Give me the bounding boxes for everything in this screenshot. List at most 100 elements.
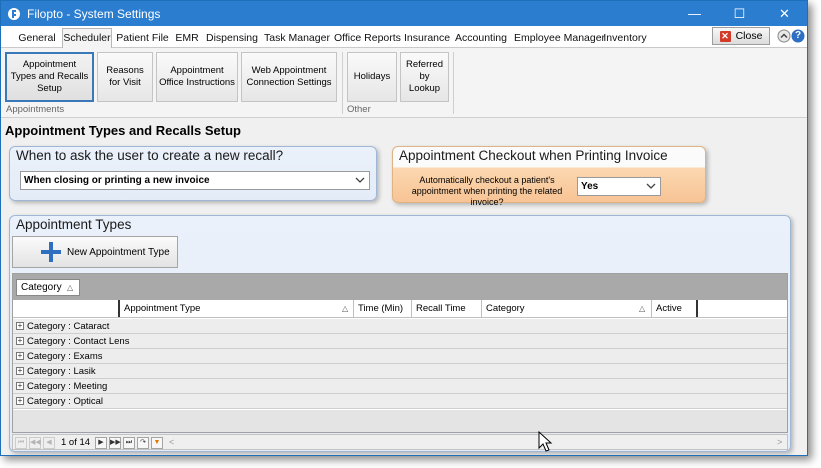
collapse-ribbon-icon[interactable] bbox=[777, 29, 791, 43]
checkout-panel: Appointment Checkout when Printing Invoi… bbox=[392, 146, 706, 207]
tab-accounting[interactable]: Accounting bbox=[455, 29, 507, 48]
page-indicator: 1 of 14 bbox=[61, 437, 91, 448]
ribbon-appointment-types-button[interactable]: Appointment Types and Recalls Setup bbox=[5, 52, 94, 102]
scroll-right-icon[interactable]: > bbox=[777, 437, 782, 447]
new-appointment-type-button[interactable]: New Appointment Type bbox=[12, 236, 178, 268]
plus-icon bbox=[41, 242, 61, 262]
grid-empty-area bbox=[13, 410, 787, 432]
grid-header: Appointment Type △ Time (Min) Recall Tim… bbox=[13, 300, 787, 318]
help-glyph: ? bbox=[794, 30, 802, 41]
expand-icon[interactable]: + bbox=[16, 322, 24, 330]
filopto-logo-icon bbox=[7, 7, 21, 21]
appointment-types-grid: Category △ Appointment Type △ Time (Min)… bbox=[12, 273, 788, 433]
chevron-down-icon bbox=[354, 173, 366, 187]
sort-asc-icon: △ bbox=[67, 283, 74, 292]
group-row-contact-lens[interactable]: + Category : Contact Lens bbox=[13, 334, 787, 349]
ribbon-group-appointments: Appointments bbox=[6, 104, 65, 115]
tab-office-reports[interactable]: Office Reports bbox=[334, 29, 401, 48]
grid-pager: ⏮ ◀◀ ◀ 1 of 14 ▶ ▶▶ ⏭ ↷ ▼ < > bbox=[12, 434, 788, 450]
window-title: Filopto - System Settings bbox=[27, 6, 161, 21]
sort-asc-icon: △ bbox=[342, 304, 349, 313]
window-close-button[interactable]: ✕ bbox=[762, 1, 807, 26]
close-settings-label: Close bbox=[735, 30, 763, 42]
menu-tabs: General Scheduler Patient File EMR Dispe… bbox=[1, 26, 807, 49]
expand-icon[interactable]: + bbox=[16, 337, 24, 345]
checkout-panel-title: Appointment Checkout when Printing Invoi… bbox=[399, 148, 668, 163]
recall-select-value: When closing or printing a new invoice bbox=[24, 175, 210, 186]
settings-window: Filopto - System Settings — ☐ ✕ General … bbox=[0, 0, 808, 456]
title-bar: Filopto - System Settings — ☐ ✕ bbox=[1, 1, 807, 26]
group-row-label: Category : Optical bbox=[27, 396, 104, 407]
col-category[interactable]: Category △ bbox=[482, 300, 650, 317]
mouse-cursor-icon bbox=[538, 431, 553, 452]
checkout-select[interactable]: Yes bbox=[577, 177, 661, 196]
chevron-down-icon bbox=[645, 179, 657, 193]
prev-page-group-icon[interactable]: ◀◀ bbox=[29, 437, 41, 449]
col-appointment-type-label: Appointment Type bbox=[124, 303, 201, 314]
maximize-button[interactable]: ☐ bbox=[717, 1, 762, 26]
group-row-label: Category : Contact Lens bbox=[27, 336, 130, 347]
help-icon[interactable]: ? bbox=[791, 29, 805, 43]
expand-icon[interactable]: + bbox=[16, 397, 24, 405]
maximize-icon: ☐ bbox=[733, 5, 746, 21]
close-icon: ✕ bbox=[779, 5, 790, 21]
sort-asc-icon: △ bbox=[639, 304, 646, 313]
group-row-lasik[interactable]: + Category : Lasik bbox=[13, 364, 787, 379]
ribbon-holidays-button[interactable]: Holidays bbox=[347, 52, 397, 102]
tab-dispensing[interactable]: Dispensing bbox=[206, 29, 258, 48]
recall-panel-title: When to ask the user to create a new rec… bbox=[16, 148, 284, 163]
group-row-label: Category : Lasik bbox=[27, 366, 96, 377]
tab-inventory[interactable]: Inventory bbox=[603, 29, 647, 48]
tab-emr[interactable]: EMR bbox=[174, 29, 200, 48]
recall-select[interactable]: When closing or printing a new invoice bbox=[20, 171, 370, 190]
group-row-meeting[interactable]: + Category : Meeting bbox=[13, 379, 787, 394]
minimize-icon: — bbox=[688, 6, 701, 21]
checkout-label: Automatically checkout a patient's appoi… bbox=[411, 175, 563, 207]
page-title: Appointment Types and Recalls Setup bbox=[5, 123, 241, 138]
tab-general[interactable]: General bbox=[13, 29, 61, 48]
expand-icon[interactable]: + bbox=[16, 367, 24, 375]
ribbon-referred-button[interactable]: Referred by Lookup bbox=[400, 52, 449, 102]
group-row-label: Category : Meeting bbox=[27, 381, 108, 392]
col-category-label: Category bbox=[486, 303, 525, 314]
checkout-select-value: Yes bbox=[581, 181, 599, 192]
group-row-exams[interactable]: + Category : Exams bbox=[13, 349, 787, 364]
refresh-icon[interactable]: ↷ bbox=[137, 437, 149, 449]
next-page-icon[interactable]: ▶ bbox=[95, 437, 107, 449]
col-time[interactable]: Time (Min) bbox=[354, 300, 410, 317]
first-page-icon[interactable]: ⏮ bbox=[15, 437, 27, 449]
scroll-left-icon[interactable]: < bbox=[169, 437, 174, 447]
minimize-button[interactable]: — bbox=[672, 1, 717, 26]
filter-icon[interactable]: ▼ bbox=[151, 437, 163, 449]
group-chip-label: Category bbox=[21, 282, 62, 293]
tab-insurance[interactable]: Insurance bbox=[404, 29, 450, 48]
expand-icon[interactable]: + bbox=[16, 352, 24, 360]
group-row-cataract[interactable]: + Category : Cataract bbox=[13, 319, 787, 334]
ribbon-office-instructions-button[interactable]: Appointment Office Instructions bbox=[156, 52, 238, 102]
col-active[interactable]: Active bbox=[652, 300, 696, 317]
tab-employee-manager[interactable]: Employee Manager bbox=[514, 29, 605, 48]
group-row-optical[interactable]: + Category : Optical bbox=[13, 394, 787, 409]
ribbon-separator bbox=[453, 52, 454, 114]
tab-task-manager[interactable]: Task Manager bbox=[264, 29, 330, 48]
last-page-icon[interactable]: ⏭ bbox=[123, 437, 135, 449]
ribbon-web-connection-button[interactable]: Web Appointment Connection Settings bbox=[241, 52, 337, 102]
expand-icon[interactable]: + bbox=[16, 382, 24, 390]
tab-patient-file[interactable]: Patient File bbox=[116, 29, 169, 48]
new-appointment-type-label: New Appointment Type bbox=[67, 246, 170, 258]
close-settings-button[interactable]: ✕ Close bbox=[712, 27, 770, 45]
prev-page-icon[interactable]: ◀ bbox=[43, 437, 55, 449]
ribbon-group-other: Other bbox=[347, 104, 371, 115]
next-page-group-icon[interactable]: ▶▶ bbox=[109, 437, 121, 449]
ribbon-separator bbox=[342, 52, 343, 114]
close-x-icon: ✕ bbox=[719, 30, 731, 42]
ribbon-reasons-button[interactable]: Reasons for Visit bbox=[97, 52, 153, 102]
group-by-area: Category △ bbox=[13, 274, 787, 300]
appointment-types-panel: Appointment Types New Appointment Type C… bbox=[9, 215, 791, 452]
recall-panel: When to ask the user to create a new rec… bbox=[9, 146, 377, 201]
appointment-types-title: Appointment Types bbox=[16, 217, 132, 232]
col-recall-time[interactable]: Recall Time bbox=[412, 300, 480, 317]
group-chip-category[interactable]: Category △ bbox=[16, 279, 80, 296]
col-appointment-type[interactable]: Appointment Type △ bbox=[120, 300, 352, 317]
tab-scheduler[interactable]: Scheduler bbox=[62, 28, 112, 49]
